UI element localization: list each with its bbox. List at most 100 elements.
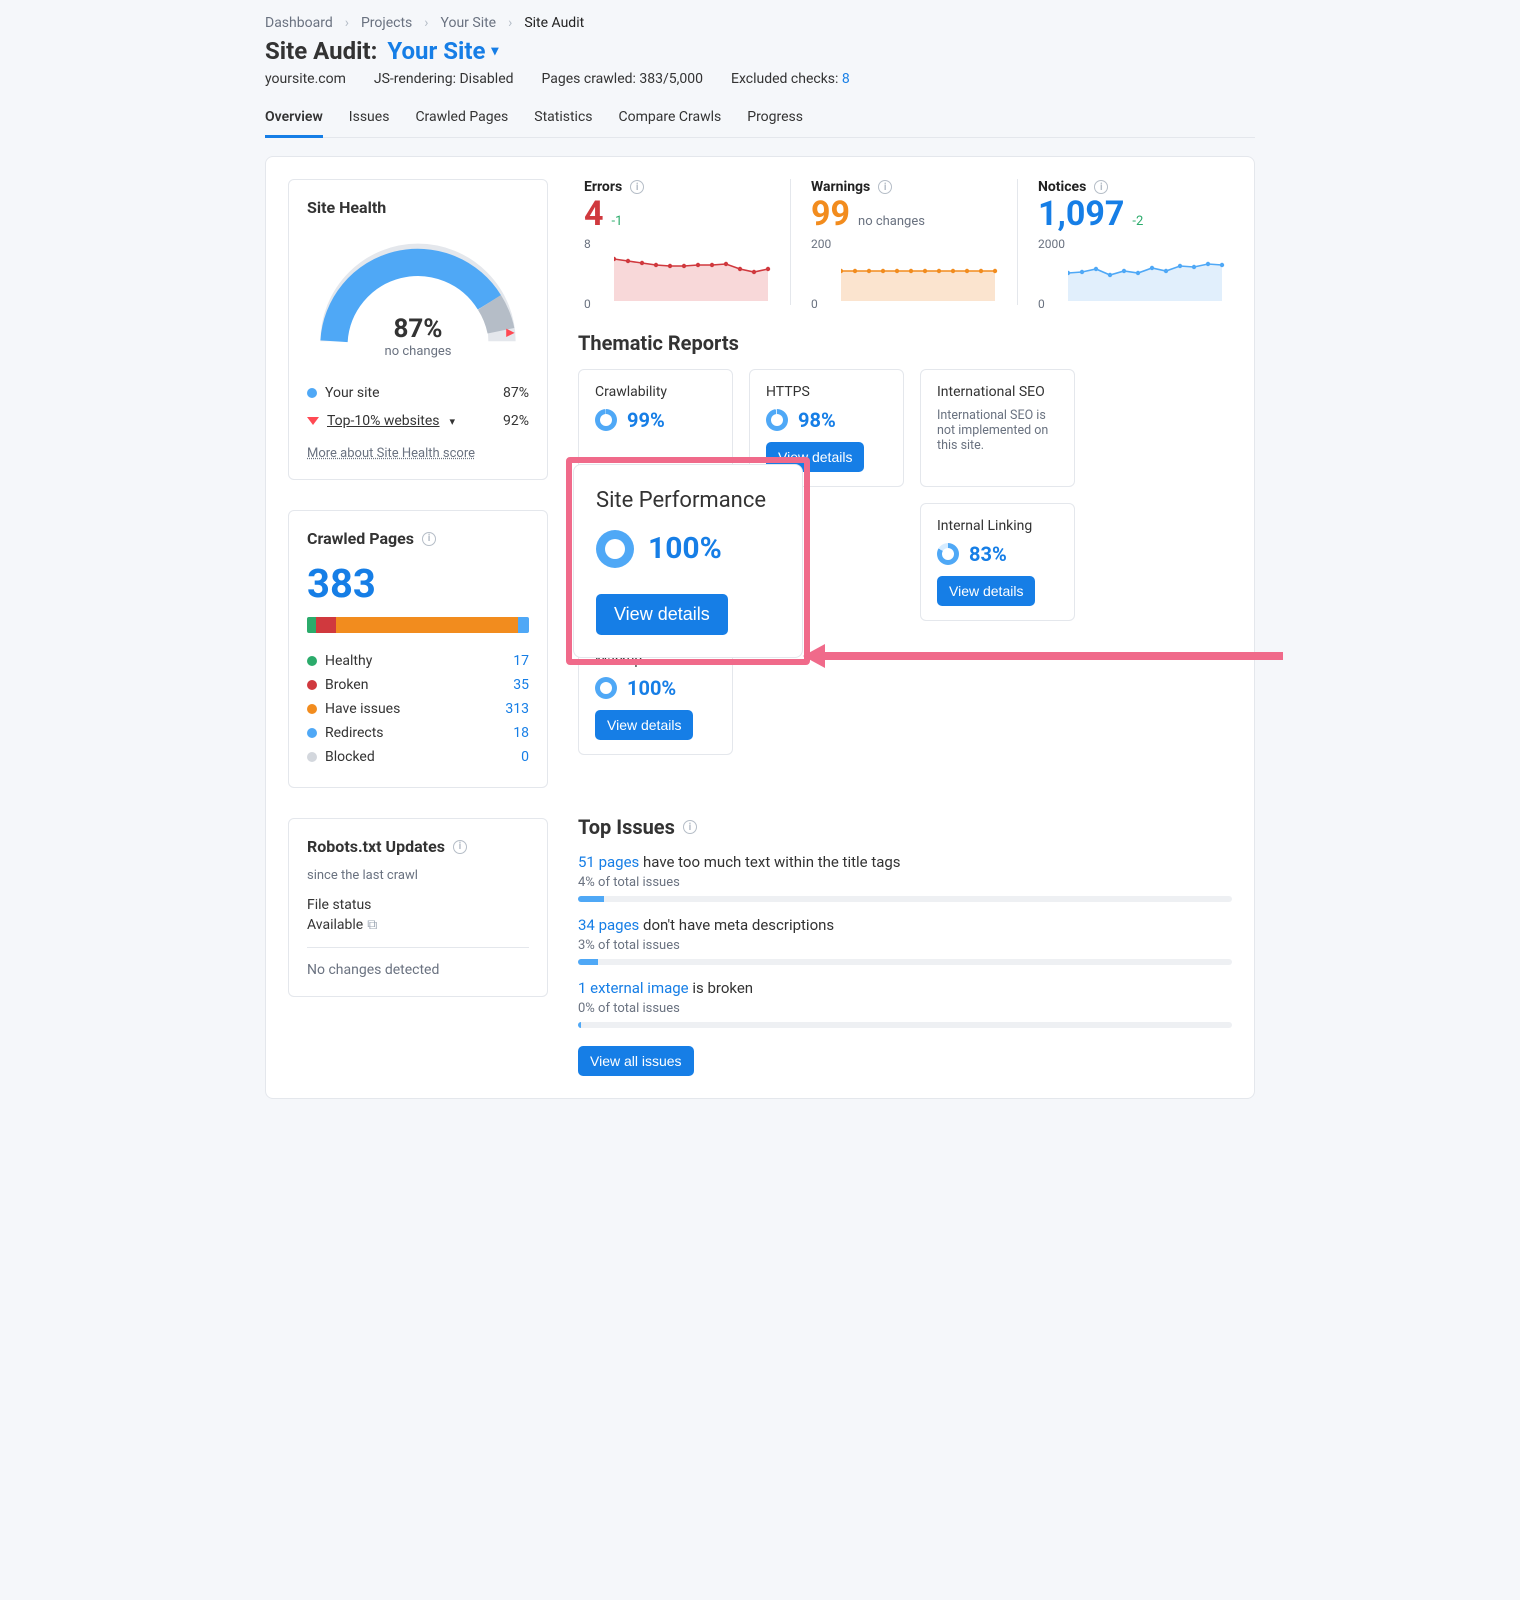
notices-stat[interactable]: Noticesi 1,097-2 20000 <box>1017 179 1234 305</box>
file-status-value: Available⧉ <box>307 917 529 933</box>
site-selector[interactable]: Your Site ▾ <box>387 37 498 65</box>
warnings-spark: 2000 <box>811 241 1001 305</box>
theme-international-seo[interactable]: International SEO International SEO is n… <box>920 369 1075 487</box>
top10-link[interactable]: Top-10% websites <box>327 413 440 429</box>
site-health-card: Site Health 87% no changes <box>288 179 548 480</box>
errors-label: Errors <box>584 179 622 195</box>
page-title: Site Audit: <box>265 37 377 65</box>
excluded-checks-link[interactable]: 8 <box>842 71 850 87</box>
pages-crawled-label: Pages crawled: 383/5,000 <box>542 71 704 87</box>
errors-value: 4 <box>584 194 604 234</box>
crawled-pages-title: Crawled Pages <box>307 529 414 548</box>
issues-value[interactable]: 313 <box>505 701 529 717</box>
view-details-button[interactable]: View details <box>937 576 1035 606</box>
tab-bar: Overview Issues Crawled Pages Statistics… <box>265 101 1255 138</box>
theme-site-performance[interactable]: Site Performance 100% View details <box>573 464 803 658</box>
issue-sub: 4% of total issues <box>578 875 1232 890</box>
theme-title: International SEO <box>937 384 1058 400</box>
site-health-title: Site Health <box>307 198 529 217</box>
issue-sub: 0% of total issues <box>578 1001 1232 1016</box>
top10-value: 92% <box>503 413 529 429</box>
tab-crawled-pages[interactable]: Crawled Pages <box>415 101 508 137</box>
dot-icon <box>307 388 317 398</box>
theme-internal-linking[interactable]: Internal Linking 83% View details <box>920 503 1075 621</box>
crawled-bar <box>307 617 529 633</box>
blocked-value[interactable]: 0 <box>521 749 529 765</box>
info-icon[interactable]: i <box>453 840 467 854</box>
theme-title: Internal Linking <box>937 518 1058 534</box>
info-icon[interactable]: i <box>878 180 892 194</box>
dot-icon <box>307 704 317 714</box>
highlight-overlay: Site Performance 100% View details <box>573 464 803 658</box>
donut-icon <box>766 409 788 431</box>
issue-text: don't have meta descriptions <box>639 916 834 934</box>
view-details-button[interactable]: View details <box>596 594 728 635</box>
tab-compare-crawls[interactable]: Compare Crawls <box>619 101 722 137</box>
redirects-value[interactable]: 18 <box>513 725 529 741</box>
theme-pct: 100% <box>648 531 722 566</box>
tab-overview[interactable]: Overview <box>265 101 323 137</box>
view-all-issues-button[interactable]: View all issues <box>578 1046 694 1076</box>
js-rendering-label: JS-rendering: Disabled <box>374 71 514 87</box>
tab-statistics[interactable]: Statistics <box>534 101 592 137</box>
chevron-right-icon: › <box>508 15 512 31</box>
health-percentage: 87% <box>313 314 523 344</box>
stats-row: Errorsi 4-1 80 Warningsi 99no changes 20… <box>578 179 1232 305</box>
site-name: Your Site <box>387 37 485 65</box>
crumb-site-audit: Site Audit <box>524 15 584 31</box>
warnings-label: Warnings <box>811 179 870 195</box>
chevron-right-icon: › <box>424 15 428 31</box>
breadcrumb: Dashboard › Projects › Your Site › Site … <box>265 15 1255 31</box>
crumb-your-site[interactable]: Your Site <box>441 15 497 31</box>
issue-link[interactable]: 34 pages <box>578 916 639 934</box>
healthy-label: Healthy <box>325 653 372 669</box>
dot-icon <box>307 656 317 666</box>
chevron-down-icon[interactable]: ▾ <box>450 415 456 428</box>
dot-icon <box>307 752 317 762</box>
warnings-value: 99 <box>811 194 850 234</box>
donut-icon <box>595 409 617 431</box>
info-icon[interactable]: i <box>1094 180 1108 194</box>
notices-value: 1,097 <box>1038 194 1124 234</box>
notices-spark: 20000 <box>1038 241 1228 305</box>
external-link-icon[interactable]: ⧉ <box>367 917 377 933</box>
errors-stat[interactable]: Errorsi 4-1 80 <box>578 179 780 305</box>
info-icon[interactable]: i <box>422 532 436 546</box>
broken-value[interactable]: 35 <box>513 677 529 693</box>
tab-issues[interactable]: Issues <box>349 101 390 137</box>
issue-link[interactable]: 51 pages <box>578 853 639 871</box>
theme-title: Crawlability <box>595 384 716 400</box>
triangle-down-icon <box>307 417 319 425</box>
top-issue-row[interactable]: 51 pages have too much text within the t… <box>578 853 1232 902</box>
robots-title: Robots.txt Updates <box>307 837 445 856</box>
crawled-pages-card: Crawled Pages i 383 Healthy17 Broken35 H… <box>288 510 548 788</box>
more-about-link[interactable]: More about Site Health score <box>307 446 475 461</box>
blocked-label: Blocked <box>325 749 375 765</box>
crumb-projects[interactable]: Projects <box>361 15 412 31</box>
view-details-button[interactable]: View details <box>595 710 693 740</box>
errors-delta: -1 <box>612 214 623 229</box>
warnings-delta: no changes <box>858 214 925 229</box>
robots-card: Robots.txt Updates i since the last craw… <box>288 818 548 997</box>
healthy-value[interactable]: 17 <box>513 653 529 669</box>
crumb-dashboard[interactable]: Dashboard <box>265 15 333 31</box>
theme-pct: 83% <box>969 542 1007 566</box>
top-issue-row[interactable]: 1 external image is broken 0% of total i… <box>578 979 1232 1028</box>
excluded-checks: Excluded checks: 8 <box>731 71 850 87</box>
issue-bar <box>578 959 1232 965</box>
warnings-stat[interactable]: Warnings i 99 no changes 2000 <box>790 179 1007 305</box>
tab-progress[interactable]: Progress <box>747 101 803 137</box>
issue-link[interactable]: 1 external image <box>578 979 689 997</box>
theme-pct: 98% <box>798 408 836 432</box>
info-icon[interactable]: i <box>630 180 644 194</box>
top-issues-heading: Top Issues <box>578 815 675 839</box>
info-icon[interactable]: i <box>683 820 697 834</box>
top-issue-row[interactable]: 34 pages don't have meta descriptions 3%… <box>578 916 1232 965</box>
theme-title: Site Performance <box>596 487 780 516</box>
redirects-label: Redirects <box>325 725 384 741</box>
donut-icon <box>595 677 617 699</box>
theme-pct: 100% <box>627 676 676 700</box>
robots-nochange: No changes detected <box>307 962 529 978</box>
issue-text: have too much text within the title tags <box>639 853 900 871</box>
issue-text: is broken <box>689 979 753 997</box>
